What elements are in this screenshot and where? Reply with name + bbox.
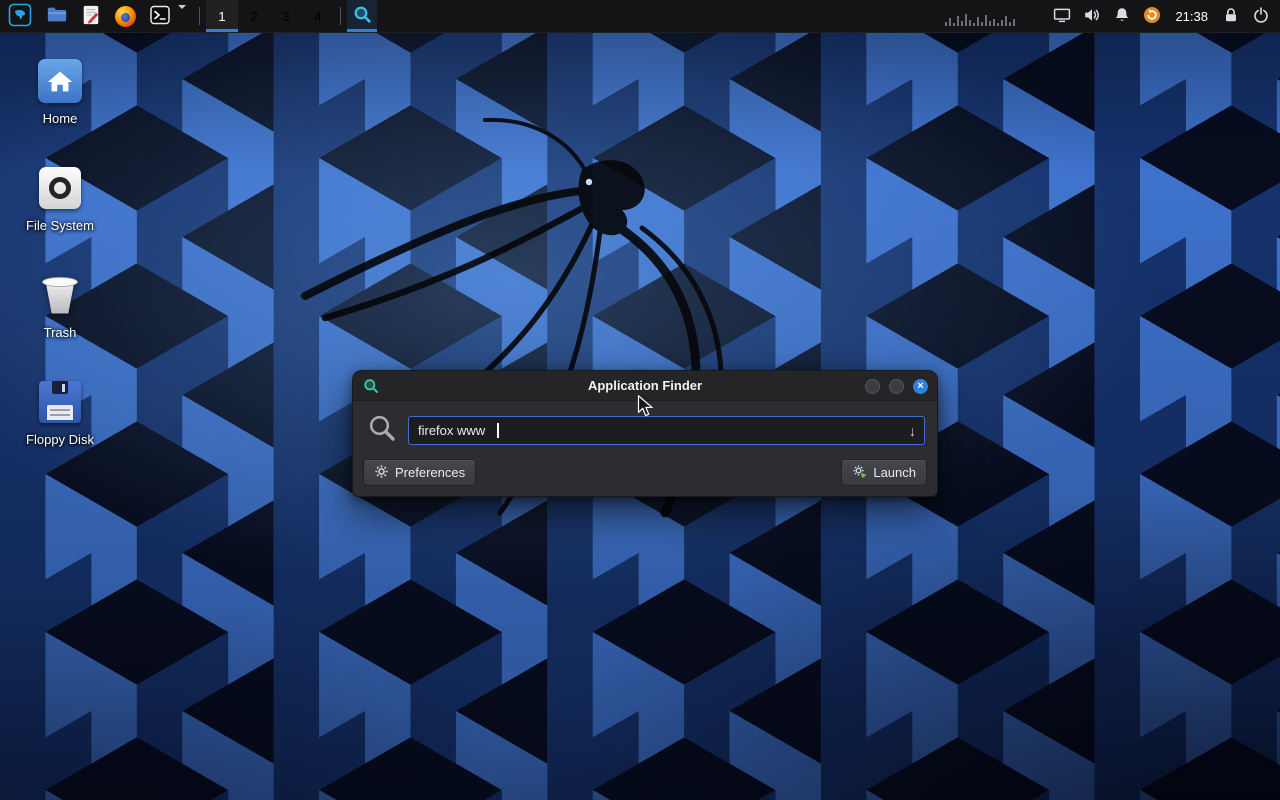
updates-button[interactable] bbox=[1137, 0, 1167, 32]
history-dropdown-arrow-icon[interactable]: ↓ bbox=[909, 423, 916, 439]
kali-menu-icon bbox=[8, 3, 32, 30]
display-settings-button[interactable] bbox=[1047, 0, 1077, 32]
window-title: Application Finder bbox=[353, 378, 937, 393]
mouse-cursor bbox=[637, 395, 657, 418]
bell-icon bbox=[1113, 6, 1131, 27]
lock-icon bbox=[1222, 6, 1240, 27]
chevron-down-icon bbox=[178, 5, 186, 28]
terminal-dropdown-button[interactable] bbox=[176, 9, 188, 24]
notifications-button[interactable] bbox=[1107, 0, 1137, 32]
launch-icon bbox=[852, 464, 867, 482]
workspace-2[interactable]: 2 bbox=[238, 0, 270, 32]
desktop: 1 2 3 4 bbox=[0, 0, 1280, 800]
workspace-3[interactable]: 3 bbox=[270, 0, 302, 32]
firefox-icon bbox=[115, 6, 136, 27]
system-monitor-graph bbox=[941, 0, 1019, 32]
trash-icon bbox=[37, 272, 83, 318]
preferences-label: Preferences bbox=[395, 465, 465, 480]
app-finder-taskbar-button[interactable] bbox=[347, 0, 377, 32]
desktop-icon-label: Floppy Disk bbox=[26, 432, 94, 447]
search-input[interactable] bbox=[408, 416, 925, 445]
top-panel: 1 2 3 4 bbox=[0, 0, 1280, 33]
panel-separator bbox=[199, 7, 200, 25]
search-row: ↓ bbox=[367, 413, 925, 448]
application-finder-window: Application Finder × ↓ bbox=[352, 370, 938, 497]
text-editor-icon bbox=[81, 4, 101, 29]
text-caret bbox=[497, 423, 499, 438]
home-icon bbox=[37, 58, 83, 104]
workspace-4[interactable]: 4 bbox=[302, 0, 334, 32]
screen-lock-button[interactable] bbox=[1216, 0, 1246, 32]
launch-button[interactable]: Launch bbox=[841, 459, 927, 486]
file-manager-icon bbox=[46, 4, 68, 29]
volume-icon bbox=[1083, 6, 1101, 27]
clock[interactable]: 21:38 bbox=[1167, 0, 1216, 32]
preferences-button[interactable]: Preferences bbox=[363, 459, 476, 486]
workspace-switcher: 1 2 3 4 bbox=[206, 0, 334, 32]
file-system-icon bbox=[37, 165, 83, 211]
power-icon bbox=[1252, 6, 1270, 27]
close-button[interactable]: × bbox=[913, 379, 928, 394]
update-icon bbox=[1143, 6, 1161, 27]
firefox-launcher[interactable] bbox=[108, 0, 142, 32]
terminal-icon bbox=[150, 5, 170, 28]
minimize-button[interactable] bbox=[865, 379, 880, 394]
workspace-1[interactable]: 1 bbox=[206, 0, 238, 32]
desktop-icon-label: File System bbox=[26, 218, 94, 233]
close-icon: × bbox=[917, 381, 923, 392]
applications-menu-button[interactable] bbox=[0, 0, 40, 32]
app-finder-icon bbox=[353, 5, 372, 27]
text-editor-launcher[interactable] bbox=[74, 0, 108, 32]
maximize-button[interactable] bbox=[889, 379, 904, 394]
search-icon bbox=[367, 413, 397, 448]
desktop-icon-file-system[interactable]: File System bbox=[12, 165, 108, 233]
floppy-disk-icon bbox=[37, 379, 83, 425]
dialog-buttons: Preferences Launch bbox=[363, 459, 927, 486]
window-app-finder-icon bbox=[363, 378, 379, 399]
terminal-launcher-group bbox=[142, 0, 193, 32]
file-manager-launcher[interactable] bbox=[40, 0, 74, 32]
volume-button[interactable] bbox=[1077, 0, 1107, 32]
display-icon bbox=[1053, 6, 1071, 27]
desktop-icon-trash[interactable]: Trash bbox=[12, 272, 108, 340]
panel-separator bbox=[340, 7, 341, 25]
power-button[interactable] bbox=[1246, 0, 1276, 32]
desktop-icon-home[interactable]: Home bbox=[12, 58, 108, 126]
window-controls: × bbox=[865, 371, 928, 401]
search-input-wrap: ↓ bbox=[408, 416, 925, 445]
terminal-launcher[interactable] bbox=[147, 5, 173, 28]
desktop-icon-label: Home bbox=[43, 111, 78, 126]
gear-icon bbox=[374, 464, 389, 482]
launch-label: Launch bbox=[873, 465, 916, 480]
desktop-icon-floppy-disk[interactable]: Floppy Disk bbox=[12, 379, 108, 447]
desktop-icon-label: Trash bbox=[44, 325, 77, 340]
